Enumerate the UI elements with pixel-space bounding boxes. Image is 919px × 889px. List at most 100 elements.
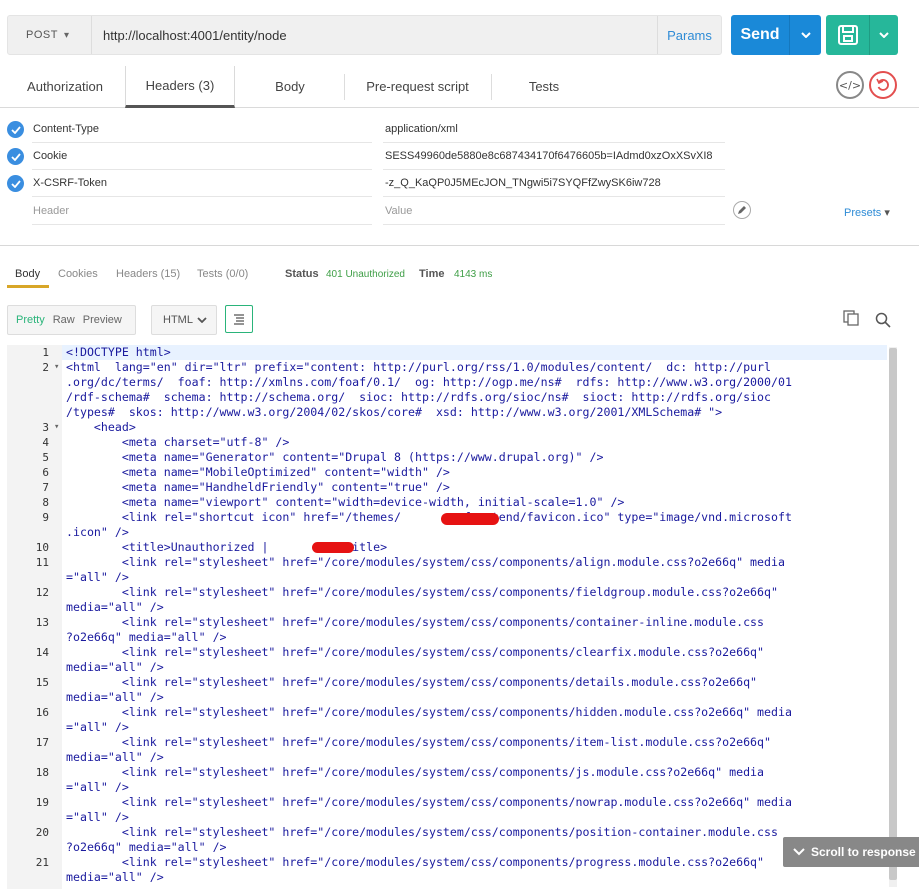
line-number: 20 bbox=[35, 826, 49, 839]
language-label: HTML bbox=[163, 314, 193, 326]
active-tab-indicator bbox=[7, 285, 49, 288]
format-pretty-button[interactable]: Pretty bbox=[16, 314, 45, 326]
send-dropdown-button[interactable] bbox=[789, 15, 821, 55]
save-icon bbox=[826, 15, 870, 55]
chevron-down-icon: ▾ bbox=[63, 29, 70, 41]
check-icon bbox=[10, 125, 21, 134]
status-label: Status bbox=[285, 268, 319, 280]
header-key[interactable]: Content-Type bbox=[33, 123, 99, 135]
tab-separator bbox=[491, 74, 492, 100]
code-line: <meta name="HandheldFriendly" content="t… bbox=[66, 480, 450, 494]
copy-icon[interactable] bbox=[843, 310, 859, 329]
code-line: <head> bbox=[66, 420, 136, 434]
tab-tests[interactable]: Tests bbox=[495, 66, 593, 107]
code-snippet-button[interactable]: </> bbox=[836, 71, 864, 99]
line-number: 2 bbox=[42, 361, 49, 374]
code-icon: </> bbox=[838, 78, 862, 92]
tab-body[interactable]: Body bbox=[240, 66, 340, 107]
tab-pre-request-script[interactable]: Pre-request script bbox=[350, 66, 485, 107]
code-line: <meta name="Generator" content="Drupal 8… bbox=[66, 450, 604, 464]
code-line: /rdf-schema# schema: http://schema.org/ … bbox=[66, 390, 771, 404]
code-line: <link rel="stylesheet" href="/core/modul… bbox=[66, 555, 785, 569]
code-line: ="all" /> bbox=[66, 720, 129, 734]
time-value: 4143 ms bbox=[454, 269, 493, 280]
code-line: media="all" /> bbox=[66, 690, 164, 704]
code-line: <link rel="stylesheet" href="/core/modul… bbox=[66, 705, 792, 719]
check-icon bbox=[10, 179, 21, 188]
active-line-highlight bbox=[62, 345, 887, 360]
header-key[interactable]: Cookie bbox=[33, 150, 67, 162]
header-key[interactable]: X-CSRF-Token bbox=[33, 177, 107, 189]
code-line: .org/dc/terms/ foaf: http://xmlns.com/fo… bbox=[66, 375, 792, 389]
scroll-to-response-label: Scroll to response bbox=[811, 845, 916, 859]
undo-icon bbox=[876, 78, 889, 91]
code-line: <meta name="viewport" content="width=dev… bbox=[66, 495, 625, 509]
code-line: <link rel="stylesheet" href="/core/modul… bbox=[66, 585, 778, 599]
header-value[interactable]: -z_Q_KaQP0J5MEcJON_TNgwi5i7SYQFfZwySK6iw… bbox=[385, 177, 725, 189]
language-select[interactable]: HTML bbox=[151, 305, 217, 335]
header-value[interactable]: SESS49960de5880e8c687434170f6476605b=IAd… bbox=[385, 150, 722, 162]
header-row: Content-Type application/xml bbox=[0, 116, 919, 143]
response-tab-tests[interactable]: Tests (0/0) bbox=[197, 268, 248, 280]
scroll-to-response-button[interactable]: Scroll to response bbox=[783, 837, 919, 867]
response-body-editor[interactable]: 1 <!DOCTYPE html> 2 ▾ <html lang="en" dir="l… bbox=[7, 345, 887, 889]
redaction-mark bbox=[441, 513, 499, 525]
tab-authorization[interactable]: Authorization bbox=[10, 66, 120, 107]
header-enabled-checkbox[interactable] bbox=[7, 148, 24, 165]
line-number: 21 bbox=[35, 856, 49, 869]
line-number: 16 bbox=[35, 706, 49, 719]
response-tab-cookies[interactable]: Cookies bbox=[58, 268, 98, 280]
presets-dropdown[interactable]: Presets ▾ bbox=[844, 206, 890, 219]
redaction-mark bbox=[312, 542, 354, 553]
line-number: 8 bbox=[42, 496, 49, 509]
code-line: <link rel="stylesheet" href="/core/modul… bbox=[66, 795, 792, 809]
code-line: media="all" /> bbox=[66, 750, 164, 764]
format-preview-button[interactable]: Preview bbox=[83, 314, 122, 326]
code-line: ="all" /> bbox=[66, 810, 129, 824]
send-label: Send bbox=[740, 26, 780, 43]
response-tab-headers[interactable]: Headers (15) bbox=[116, 268, 180, 280]
line-number: 13 bbox=[35, 616, 49, 629]
time-label: Time bbox=[419, 268, 445, 280]
bulk-edit-button[interactable] bbox=[733, 201, 751, 219]
tab-headers[interactable]: Headers (3) bbox=[125, 66, 235, 108]
url-bar: POST ▾ Params bbox=[7, 15, 722, 55]
fold-toggle-icon[interactable]: ▾ bbox=[54, 360, 59, 375]
save-button[interactable] bbox=[826, 15, 898, 55]
status-value: 401 Unauthorized bbox=[326, 269, 405, 280]
code-line: <meta name="MobileOptimized" content="wi… bbox=[66, 465, 450, 479]
code-line: /types# skos: http://www.w3.org/2004/02/… bbox=[66, 405, 723, 419]
search-icon[interactable] bbox=[875, 312, 891, 331]
response-tab-body[interactable]: Body bbox=[15, 268, 40, 280]
params-button[interactable]: Params bbox=[657, 16, 721, 54]
method-select[interactable]: POST ▾ bbox=[8, 16, 92, 54]
header-enabled-checkbox[interactable] bbox=[7, 175, 24, 192]
save-dropdown-button[interactable] bbox=[870, 15, 898, 55]
presets-label: Presets bbox=[844, 207, 882, 219]
code-line: <!DOCTYPE html> bbox=[66, 345, 171, 359]
format-raw-button[interactable]: Raw bbox=[53, 314, 75, 326]
line-number: 12 bbox=[35, 586, 49, 599]
code-line: ="all" /> bbox=[66, 780, 129, 794]
new-header-row: Header Value bbox=[0, 198, 919, 225]
new-header-value-input[interactable]: Value bbox=[385, 205, 725, 217]
wrap-lines-icon bbox=[234, 314, 244, 325]
line-number: 6 bbox=[42, 466, 49, 479]
header-enabled-checkbox[interactable] bbox=[7, 121, 24, 138]
code-line: <link rel="stylesheet" href="/core/modul… bbox=[66, 615, 765, 629]
reset-button[interactable] bbox=[869, 71, 897, 99]
scrollbar-thumb[interactable] bbox=[889, 348, 897, 880]
send-button[interactable]: Send bbox=[731, 15, 821, 55]
code-line: ="all" /> bbox=[66, 570, 129, 584]
url-input[interactable] bbox=[103, 16, 643, 54]
line-number: 9 bbox=[42, 511, 49, 524]
code-line: <link rel="stylesheet" href="/core/modul… bbox=[66, 735, 771, 749]
new-header-key-input[interactable]: Header bbox=[33, 205, 69, 217]
header-value[interactable]: application/xml bbox=[385, 123, 725, 135]
fold-toggle-icon[interactable]: ▾ bbox=[54, 420, 59, 435]
code-line: <html lang="en" dir="ltr" prefix="conten… bbox=[66, 360, 771, 374]
code-line: media="all" /> bbox=[66, 660, 164, 674]
wrap-lines-button[interactable] bbox=[225, 305, 253, 333]
chevron-down-icon: ▾ bbox=[881, 207, 890, 219]
divider bbox=[383, 196, 725, 197]
